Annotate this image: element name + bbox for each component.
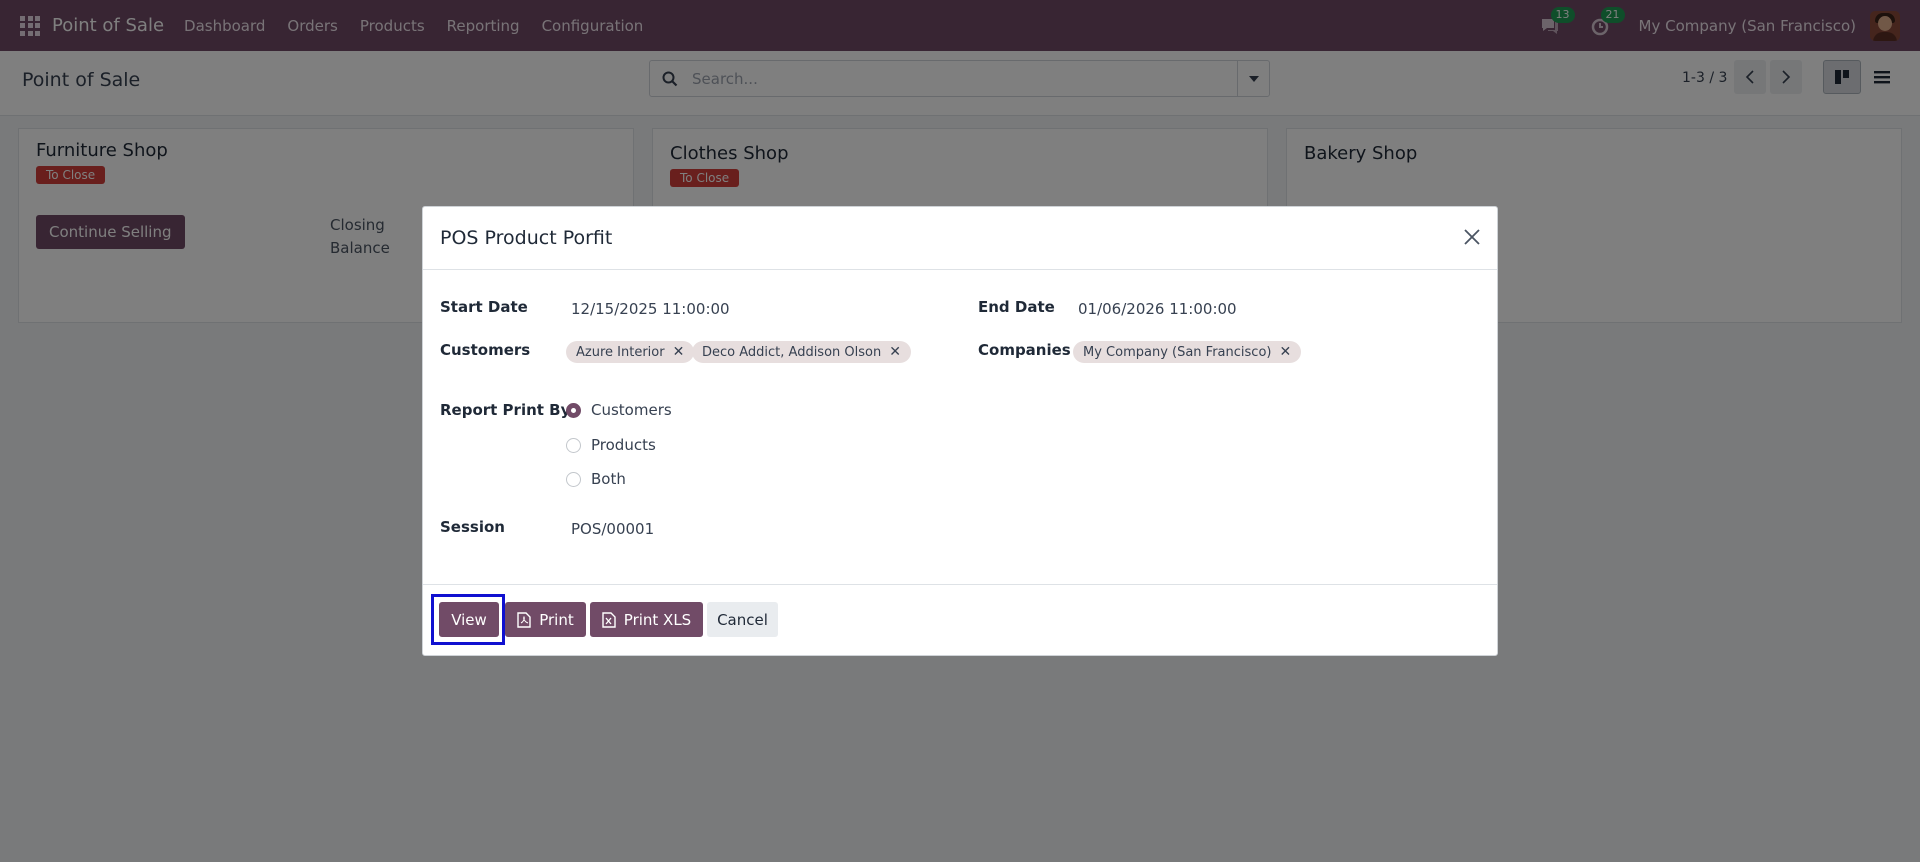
radio-customers[interactable]: Customers — [566, 401, 672, 419]
customer-tag-label: Azure Interior — [576, 344, 665, 360]
dialog-header: POS Product Porfit — [423, 207, 1497, 270]
excel-file-icon — [602, 611, 616, 628]
print-button[interactable]: Print — [505, 602, 586, 637]
pdf-file-icon — [517, 611, 531, 628]
dialog-title: POS Product Porfit — [440, 227, 613, 249]
session-label: Session — [440, 518, 505, 536]
company-tag: My Company (San Francisco) ✕ — [1073, 341, 1302, 363]
radio-products[interactable]: Products — [566, 436, 656, 454]
view-button[interactable]: View — [439, 602, 499, 637]
customers-label: Customers — [440, 341, 531, 359]
radio-both[interactable]: Both — [566, 470, 626, 488]
company-tag-label: My Company (San Francisco) — [1083, 344, 1272, 360]
report-print-by-label: Report Print By — [440, 401, 571, 419]
radio-unchecked-icon — [566, 471, 581, 487]
radio-checked-icon — [566, 402, 581, 418]
start-date-field[interactable]: 12/15/2025 11:00:00 — [571, 300, 730, 318]
radio-unchecked-icon — [566, 437, 581, 453]
customer-tag-label: Deco Addict, Addison Olson — [702, 344, 882, 360]
session-field[interactable]: POS/00001 — [571, 520, 654, 538]
remove-tag-icon[interactable]: ✕ — [1279, 344, 1291, 360]
customer-tag: Deco Addict, Addison Olson ✕ — [692, 341, 911, 363]
remove-tag-icon[interactable]: ✕ — [889, 344, 901, 360]
radio-products-label: Products — [591, 436, 656, 454]
radio-both-label: Both — [591, 470, 626, 488]
end-date-field[interactable]: 01/06/2026 11:00:00 — [1078, 300, 1237, 318]
customer-tag: Azure Interior ✕ — [566, 341, 695, 363]
print-xls-button-label: Print XLS — [623, 610, 692, 629]
report-dialog: POS Product Porfit Start Date 12/15/2025… — [422, 206, 1498, 656]
dialog-footer: View Print Print XLS Cancel — [423, 584, 1497, 655]
cancel-button[interactable]: Cancel — [707, 602, 778, 637]
print-xls-button[interactable]: Print XLS — [590, 602, 703, 637]
close-icon[interactable] — [1461, 226, 1483, 248]
print-button-label: Print — [539, 610, 574, 629]
end-date-label: End Date — [978, 298, 1055, 316]
radio-customers-label: Customers — [591, 401, 672, 419]
start-date-label: Start Date — [440, 298, 528, 316]
companies-label: Companies — [978, 341, 1071, 359]
remove-tag-icon[interactable]: ✕ — [673, 344, 685, 360]
